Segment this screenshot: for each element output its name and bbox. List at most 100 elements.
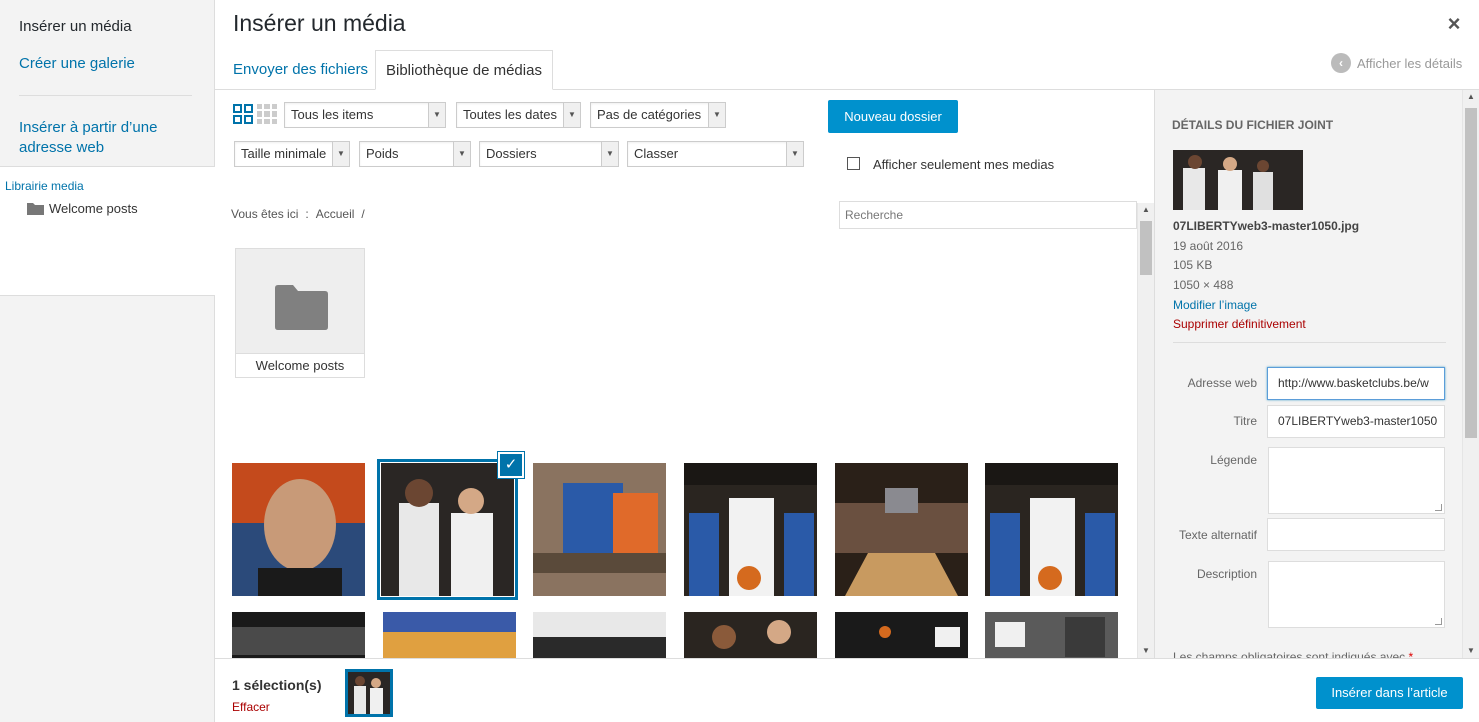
folder-tile-label: Welcome posts xyxy=(236,353,364,377)
filter-min-size-value: Taille minimale xyxy=(241,146,327,161)
clear-selection-link[interactable]: Effacer xyxy=(232,700,270,714)
tree-item-welcome-posts[interactable]: Welcome posts xyxy=(27,201,138,216)
filter-weight-select[interactable]: Poids ▼ xyxy=(359,141,471,167)
attachment-details-panel: Détails du fichier joint 07LIBERTYweb3-m… xyxy=(1154,90,1479,658)
chevron-down-icon: ▼ xyxy=(601,142,618,166)
url-label: Adresse web xyxy=(1187,376,1257,390)
sort-value: Classer xyxy=(634,146,679,161)
alley-oop-image xyxy=(383,612,516,658)
close-icon[interactable]: × xyxy=(1444,12,1464,36)
menu-insert-from-url-line1: Insérer à partir d’une xyxy=(19,119,158,136)
chevron-left-icon: ‹ xyxy=(1331,53,1351,73)
sort-select[interactable]: Classer ▼ xyxy=(627,141,804,167)
breadcrumb-home[interactable]: Accueil xyxy=(316,207,355,221)
title-label: Titre xyxy=(1233,414,1257,428)
filter-folders-value: Dossiers xyxy=(486,146,537,161)
menu-insert-media[interactable]: Insérer un média xyxy=(19,17,132,37)
filter-date-value: Toutes les dates xyxy=(463,107,557,122)
chevron-down-icon: ▼ xyxy=(708,103,725,127)
tab-media-library[interactable]: Bibliothèque de médias xyxy=(375,50,553,90)
basket-hoop-image xyxy=(985,612,1118,658)
basket-central-image xyxy=(232,612,365,658)
filter-type-select[interactable]: Tous les items ▼ xyxy=(284,102,446,128)
new-folder-button[interactable]: Nouveau dossier xyxy=(828,100,958,133)
selected-preview-image xyxy=(348,672,390,714)
folder-icon xyxy=(275,285,328,330)
breadcrumb-prefix: Vous êtes ici xyxy=(231,207,299,221)
scroll-down-icon[interactable]: ▼ xyxy=(1138,644,1154,658)
tab-upload-files[interactable]: Envoyer des fichiers xyxy=(223,50,378,90)
details-filename: 07LIBERTYweb3-master1050.jpg xyxy=(1173,219,1360,233)
insert-into-post-button[interactable]: Insérer dans l’article xyxy=(1316,677,1463,709)
filter-min-size-select[interactable]: Taille minimale ▼ xyxy=(234,141,350,167)
media-thumbnail[interactable] xyxy=(835,612,968,658)
folder-icon xyxy=(27,203,44,215)
required-note-text: Les champs obligatoires sont indiqués av… xyxy=(1173,650,1406,658)
chevron-down-icon: ▼ xyxy=(332,142,349,166)
filter-type-value: Tous les items xyxy=(291,107,374,122)
filter-category-select[interactable]: Pas de catégories ▼ xyxy=(590,102,726,128)
breadcrumb-separator: / xyxy=(361,207,365,221)
media-thumbnail[interactable] xyxy=(835,463,968,596)
media-thumbnail-selected[interactable] xyxy=(377,459,518,600)
basketball-players-image xyxy=(381,463,514,596)
media-thumbnail[interactable] xyxy=(533,463,666,596)
selected-attachment-thumbnail[interactable] xyxy=(345,669,393,717)
search-input[interactable]: Recherche xyxy=(839,201,1137,229)
filter-date-select[interactable]: Toutes les dates ▼ xyxy=(456,102,581,128)
details-thumbnail xyxy=(1173,150,1303,210)
alt-text-label: Texte alternatif xyxy=(1178,528,1257,542)
caption-field[interactable] xyxy=(1268,447,1445,514)
required-fields-note: Les champs obligatoires sont indiqués av… xyxy=(1173,650,1413,658)
breadcrumb: Vous êtes ici : Accueil / xyxy=(231,207,365,221)
media-thumbnail[interactable] xyxy=(985,612,1118,658)
chevron-down-icon: ▼ xyxy=(786,142,803,166)
media-thumbnail[interactable] xyxy=(684,612,817,658)
scroll-down-icon[interactable]: ▼ xyxy=(1463,644,1479,658)
arena-image xyxy=(835,463,968,596)
thumbnail-row-2 xyxy=(215,612,1137,658)
filter-folders-select[interactable]: Dossiers ▼ xyxy=(479,141,619,167)
breadcrumb-colon: : xyxy=(305,207,309,221)
title-field[interactable]: 07LIBERTYweb3-master1050 xyxy=(1267,405,1445,438)
folder-tile-welcome-posts[interactable]: Welcome posts xyxy=(235,248,365,378)
only-my-media-label: Afficher seulement mes medias xyxy=(873,157,1055,172)
knicks-season-tickets-image xyxy=(985,463,1118,596)
content-scrollbar[interactable]: ▲ ▼ xyxy=(1137,203,1154,658)
filter-weight-value: Poids xyxy=(366,146,399,161)
grid-large-view-icon[interactable] xyxy=(233,104,253,124)
details-preview-image xyxy=(1173,150,1303,210)
description-field[interactable] xyxy=(1268,561,1445,628)
url-field[interactable]: http://www.basketclubs.be/w xyxy=(1267,367,1445,400)
details-separator xyxy=(1173,342,1446,343)
alt-text-field[interactable] xyxy=(1267,518,1445,551)
caption-label: Légende xyxy=(1210,453,1257,467)
delete-permanently-link[interactable]: Supprimer définitivement xyxy=(1173,317,1306,331)
media-thumbnail[interactable] xyxy=(383,612,516,658)
required-mark: * xyxy=(1408,650,1414,658)
media-thumbnail[interactable] xyxy=(232,612,365,658)
checkmark-icon[interactable]: ✓ xyxy=(498,452,524,478)
scrollbar-thumb[interactable] xyxy=(1140,221,1152,275)
menu-insert-from-url[interactable]: Insérer à partir d’une adresse web xyxy=(19,118,157,158)
media-thumbnail[interactable] xyxy=(232,463,365,596)
media-thumbnail[interactable] xyxy=(533,612,666,658)
scroll-up-icon[interactable]: ▲ xyxy=(1463,90,1479,104)
chevron-down-icon: ▼ xyxy=(563,103,580,127)
media-thumbnail[interactable] xyxy=(684,463,817,596)
details-dimensions: 1050 × 488 xyxy=(1173,278,1234,292)
media-thumbnail[interactable] xyxy=(985,463,1118,596)
scrollbar-thumb[interactable] xyxy=(1465,108,1477,438)
media-toolbar-footer: 1 sélection(s) Effacer Insérer dans l’ar… xyxy=(215,658,1479,722)
welcome-new-york-image xyxy=(533,463,666,596)
scroll-up-icon[interactable]: ▲ xyxy=(1138,203,1154,217)
edit-image-link[interactable]: Modifier l’image xyxy=(1173,298,1257,312)
only-my-media-checkbox[interactable] xyxy=(847,157,860,170)
show-details-toggle[interactable]: ‹ Afficher les détails xyxy=(1331,53,1462,73)
sidebar-scrollbar[interactable]: ▲ ▼ xyxy=(1462,90,1479,658)
tree-root-library[interactable]: Librairie media xyxy=(5,179,84,193)
knicks-garden-image xyxy=(684,463,817,596)
grid-small-view-icon[interactable] xyxy=(257,104,277,124)
menu-create-gallery[interactable]: Créer une galerie xyxy=(19,54,135,74)
menu-separator xyxy=(19,95,192,96)
